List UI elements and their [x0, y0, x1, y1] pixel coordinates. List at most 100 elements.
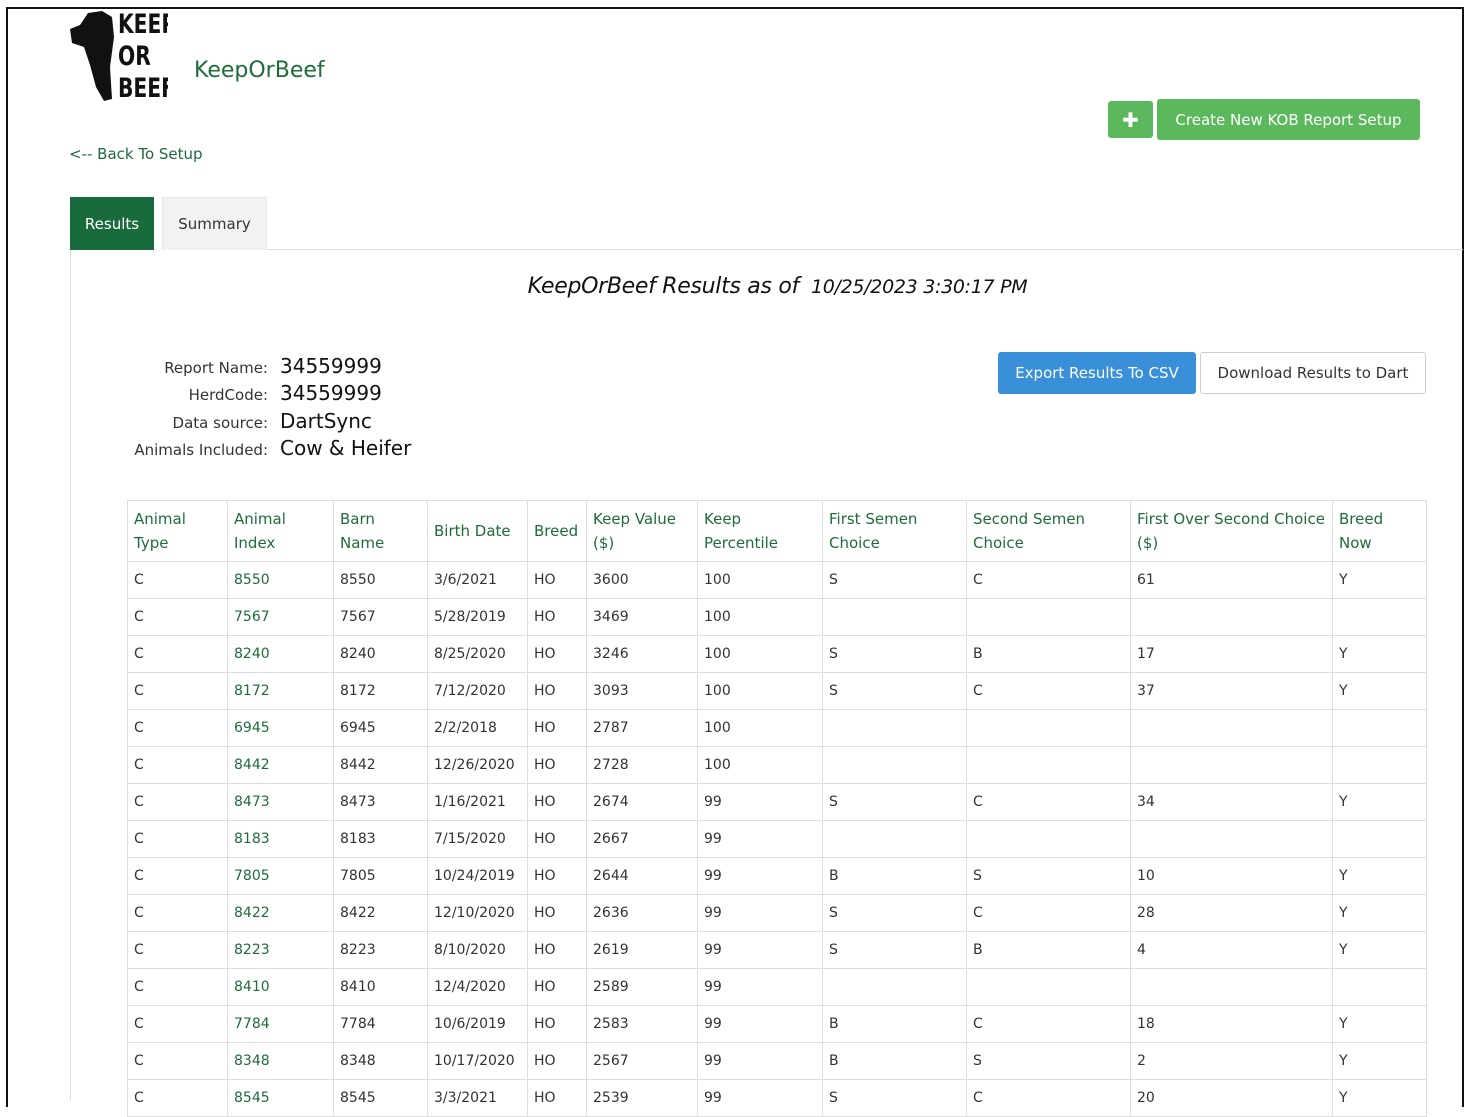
animal-index-link[interactable]: 8240 [227, 635, 334, 673]
table-cell: 1/16/2021 [427, 783, 528, 821]
table-cell: Y [1332, 672, 1427, 710]
table-cell: 2787 [586, 709, 698, 747]
table-cell: 2728 [586, 746, 698, 784]
table-cell: HO [527, 857, 587, 895]
animal-index-link[interactable]: 6945 [227, 709, 334, 747]
animal-index-link[interactable]: 8550 [227, 561, 334, 599]
table-cell: Y [1332, 1079, 1427, 1117]
column-header[interactable]: Barn Name [333, 500, 428, 562]
column-header[interactable]: Breed Now [1332, 500, 1427, 562]
animal-index-link[interactable]: 7805 [227, 857, 334, 895]
table-cell: C [127, 635, 228, 673]
column-header[interactable]: Birth Date [427, 500, 528, 562]
table-cell: 7/15/2020 [427, 820, 528, 858]
logo-text-line-2: OR [118, 40, 151, 72]
table-cell: HO [527, 1079, 587, 1117]
report-name-label: Report Name: [164, 359, 268, 377]
herdcode-row: HerdCode: 34559999 [0, 381, 382, 405]
table-cell: S [822, 931, 967, 969]
animal-index-link[interactable]: 8473 [227, 783, 334, 821]
animal-index-link[interactable]: 8223 [227, 931, 334, 969]
table-cell: C [127, 968, 228, 1006]
export-csv-button[interactable]: Export Results To CSV [998, 352, 1196, 394]
table-cell: 99 [697, 857, 823, 895]
table-cell: 6945 [333, 709, 428, 747]
table-row: C 8545 8545 3/3/2021 HO 2539 99 S C 20 Y [127, 1079, 1427, 1117]
table-body: C 8550 8550 3/6/2021 HO 3600 100 S C 61 Y C 7567 7567… [127, 561, 1427, 1117]
table-cell [1332, 598, 1427, 636]
back-to-setup-link[interactable]: <-- Back To Setup [69, 145, 203, 163]
column-header[interactable]: Animal Type [127, 500, 228, 562]
report-name-value: 34559999 [280, 354, 382, 378]
table-cell: 10/6/2019 [427, 1005, 528, 1043]
table-cell: 3/3/2021 [427, 1079, 528, 1117]
column-header[interactable]: First Over Second Choice ($) [1130, 500, 1333, 562]
column-header[interactable]: First Semen Choice [822, 500, 967, 562]
results-table: Animal Type Animal Index Barn Name Birth… [127, 500, 1427, 1117]
table-cell: Y [1332, 1042, 1427, 1080]
table-cell [1332, 709, 1427, 747]
table-cell: S [822, 1079, 967, 1117]
add-button[interactable]: ✚ [1108, 101, 1153, 138]
table-row: C 8223 8223 8/10/2020 HO 2619 99 S B 4 Y [127, 931, 1427, 969]
column-header[interactable]: Keep Percentile [697, 500, 823, 562]
table-cell: HO [527, 931, 587, 969]
table-cell: 2583 [586, 1005, 698, 1043]
herdcode-value: 34559999 [280, 381, 382, 405]
table-cell: HO [527, 1042, 587, 1080]
table-cell: 100 [697, 635, 823, 673]
table-cell: C [966, 561, 1131, 599]
table-cell: C [127, 783, 228, 821]
table-cell: 20 [1130, 1079, 1333, 1117]
table-cell: 2636 [586, 894, 698, 932]
table-cell: 3/6/2021 [427, 561, 528, 599]
tab-summary[interactable]: Summary [162, 197, 267, 250]
column-header[interactable]: Second Semen Choice [966, 500, 1131, 562]
create-new-report-button[interactable]: Create New KOB Report Setup [1157, 99, 1420, 140]
column-header[interactable]: Breed [527, 500, 587, 562]
download-dart-button[interactable]: Download Results to Dart [1200, 352, 1426, 394]
table-cell: C [127, 894, 228, 932]
brand-name: KeepOrBeef [194, 58, 325, 83]
table-cell: 8172 [333, 672, 428, 710]
animal-index-link[interactable]: 8410 [227, 968, 334, 1006]
table-cell: Y [1332, 635, 1427, 673]
animal-index-link[interactable]: 8442 [227, 746, 334, 784]
table-cell: C [127, 1005, 228, 1043]
table-cell [1332, 746, 1427, 784]
table-cell: Y [1332, 783, 1427, 821]
animal-index-link[interactable]: 8422 [227, 894, 334, 932]
data-source-label: Data source: [172, 414, 268, 432]
animal-index-link[interactable]: 8348 [227, 1042, 334, 1080]
table-cell [966, 598, 1131, 636]
animal-index-link[interactable]: 8172 [227, 672, 334, 710]
animal-index-link[interactable]: 7784 [227, 1005, 334, 1043]
table-cell: 5/28/2019 [427, 598, 528, 636]
table-cell: 8223 [333, 931, 428, 969]
animal-index-link[interactable]: 7567 [227, 598, 334, 636]
table-cell: C [127, 598, 228, 636]
animal-index-link[interactable]: 8545 [227, 1079, 334, 1117]
table-cell [966, 820, 1131, 858]
table-row: C 8183 8183 7/15/2020 HO 2667 99 [127, 820, 1427, 858]
table-row: C 7567 7567 5/28/2019 HO 3469 100 [127, 598, 1427, 636]
table-cell: 3600 [586, 561, 698, 599]
table-cell: 12/4/2020 [427, 968, 528, 1006]
table-row: C 6945 6945 2/2/2018 HO 2787 100 [127, 709, 1427, 747]
table-cell: 2619 [586, 931, 698, 969]
table-cell: Y [1332, 1005, 1427, 1043]
table-cell: 28 [1130, 894, 1333, 932]
animals-included-value: Cow & Heifer [280, 436, 412, 460]
tab-results[interactable]: Results [70, 197, 154, 250]
animal-index-link[interactable]: 8183 [227, 820, 334, 858]
results-timestamp: 10/25/2023 3:30:17 PM [810, 276, 1028, 298]
table-cell: 99 [697, 783, 823, 821]
column-header[interactable]: Animal Index [227, 500, 334, 562]
table-cell: C [966, 783, 1131, 821]
table-cell: C [127, 1042, 228, 1080]
table-cell [822, 820, 967, 858]
column-header[interactable]: Keep Value ($) [586, 500, 698, 562]
table-cell [966, 709, 1131, 747]
table-cell: C [127, 746, 228, 784]
data-source-row: Data source: DartSync [0, 409, 372, 433]
